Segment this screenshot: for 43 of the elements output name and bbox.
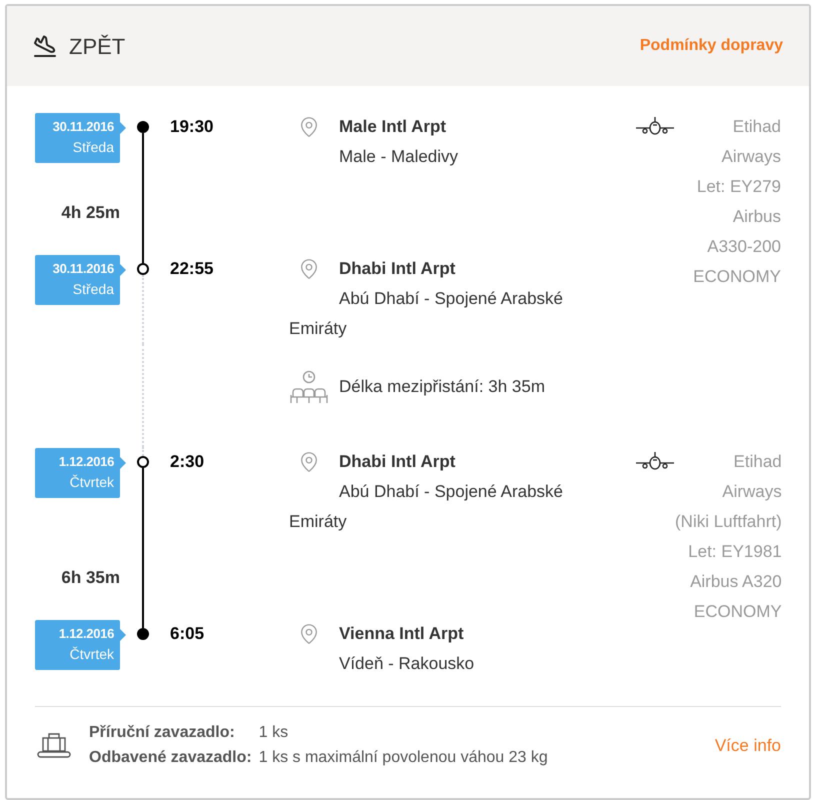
city-text: Abú Dhabí - Spojené Arabské Emiráty (289, 482, 563, 531)
time: 2:30 (170, 452, 204, 471)
airport-name: Dhabi Intl Arpt (339, 452, 456, 471)
carrier-info: Airways (722, 481, 782, 503)
baggage-label: Příruční zavazadlo: (89, 723, 236, 743)
carrier-info: Airbus A320 (690, 571, 782, 593)
airport-name: Vienna Intl Arpt (339, 624, 464, 643)
luggage-icon (37, 732, 71, 758)
airplane-icon (635, 116, 675, 136)
carrier-info: ECONOMY (694, 601, 782, 623)
carrier-info: Let: EY279 (696, 176, 781, 198)
flight-duration: 6h 35m (61, 567, 120, 589)
carrier-info: (Niki Luftfahrt) (675, 511, 782, 533)
layover-duration: Délka mezipřistání: 3h 35m (339, 376, 545, 398)
carrier-info: ECONOMY (693, 266, 781, 288)
location-pin-icon (298, 116, 320, 138)
carrier-info: Airbus (732, 206, 781, 228)
plane-landing-icon (33, 34, 57, 58)
city-text: Male - Maledivy (339, 147, 458, 166)
carrier-info: Etihad (734, 451, 782, 473)
section-title: ZPĚT (69, 32, 126, 60)
waiting-seats-icon (289, 370, 329, 404)
location-pin-icon (298, 258, 320, 280)
baggage-label: Odbavené zavazadlo: (89, 748, 252, 768)
airport-name: Male Intl Arpt (339, 117, 446, 136)
airport-name: Dhabi Intl Arpt (339, 259, 456, 278)
flight-duration: 4h 25m (61, 202, 120, 224)
time: 19:30 (170, 117, 214, 136)
more-info-link[interactable]: Více info (714, 732, 781, 758)
carrier-info: Etihad (732, 116, 781, 138)
carrier-info: Airways (721, 146, 781, 168)
baggage-value: 1 ks s maximální povolenou váhou 23 kg (258, 748, 548, 768)
time: 22:55 (170, 259, 214, 278)
carrier-info: Let: EY1981 (688, 541, 782, 563)
city-text: Abú Dhabí - Spojené Arabské Emiráty (289, 289, 563, 338)
airplane-icon (635, 451, 675, 471)
baggage-value: 1 ks (258, 723, 290, 743)
carrier-info: A330-200 (707, 236, 781, 258)
location-pin-icon (298, 623, 320, 645)
time: 6:05 (170, 624, 204, 643)
city-text: Vídeň - Rakousko (339, 654, 474, 673)
transport-conditions-link[interactable]: Podmínky dopravy (640, 34, 783, 58)
location-pin-icon (298, 451, 320, 473)
